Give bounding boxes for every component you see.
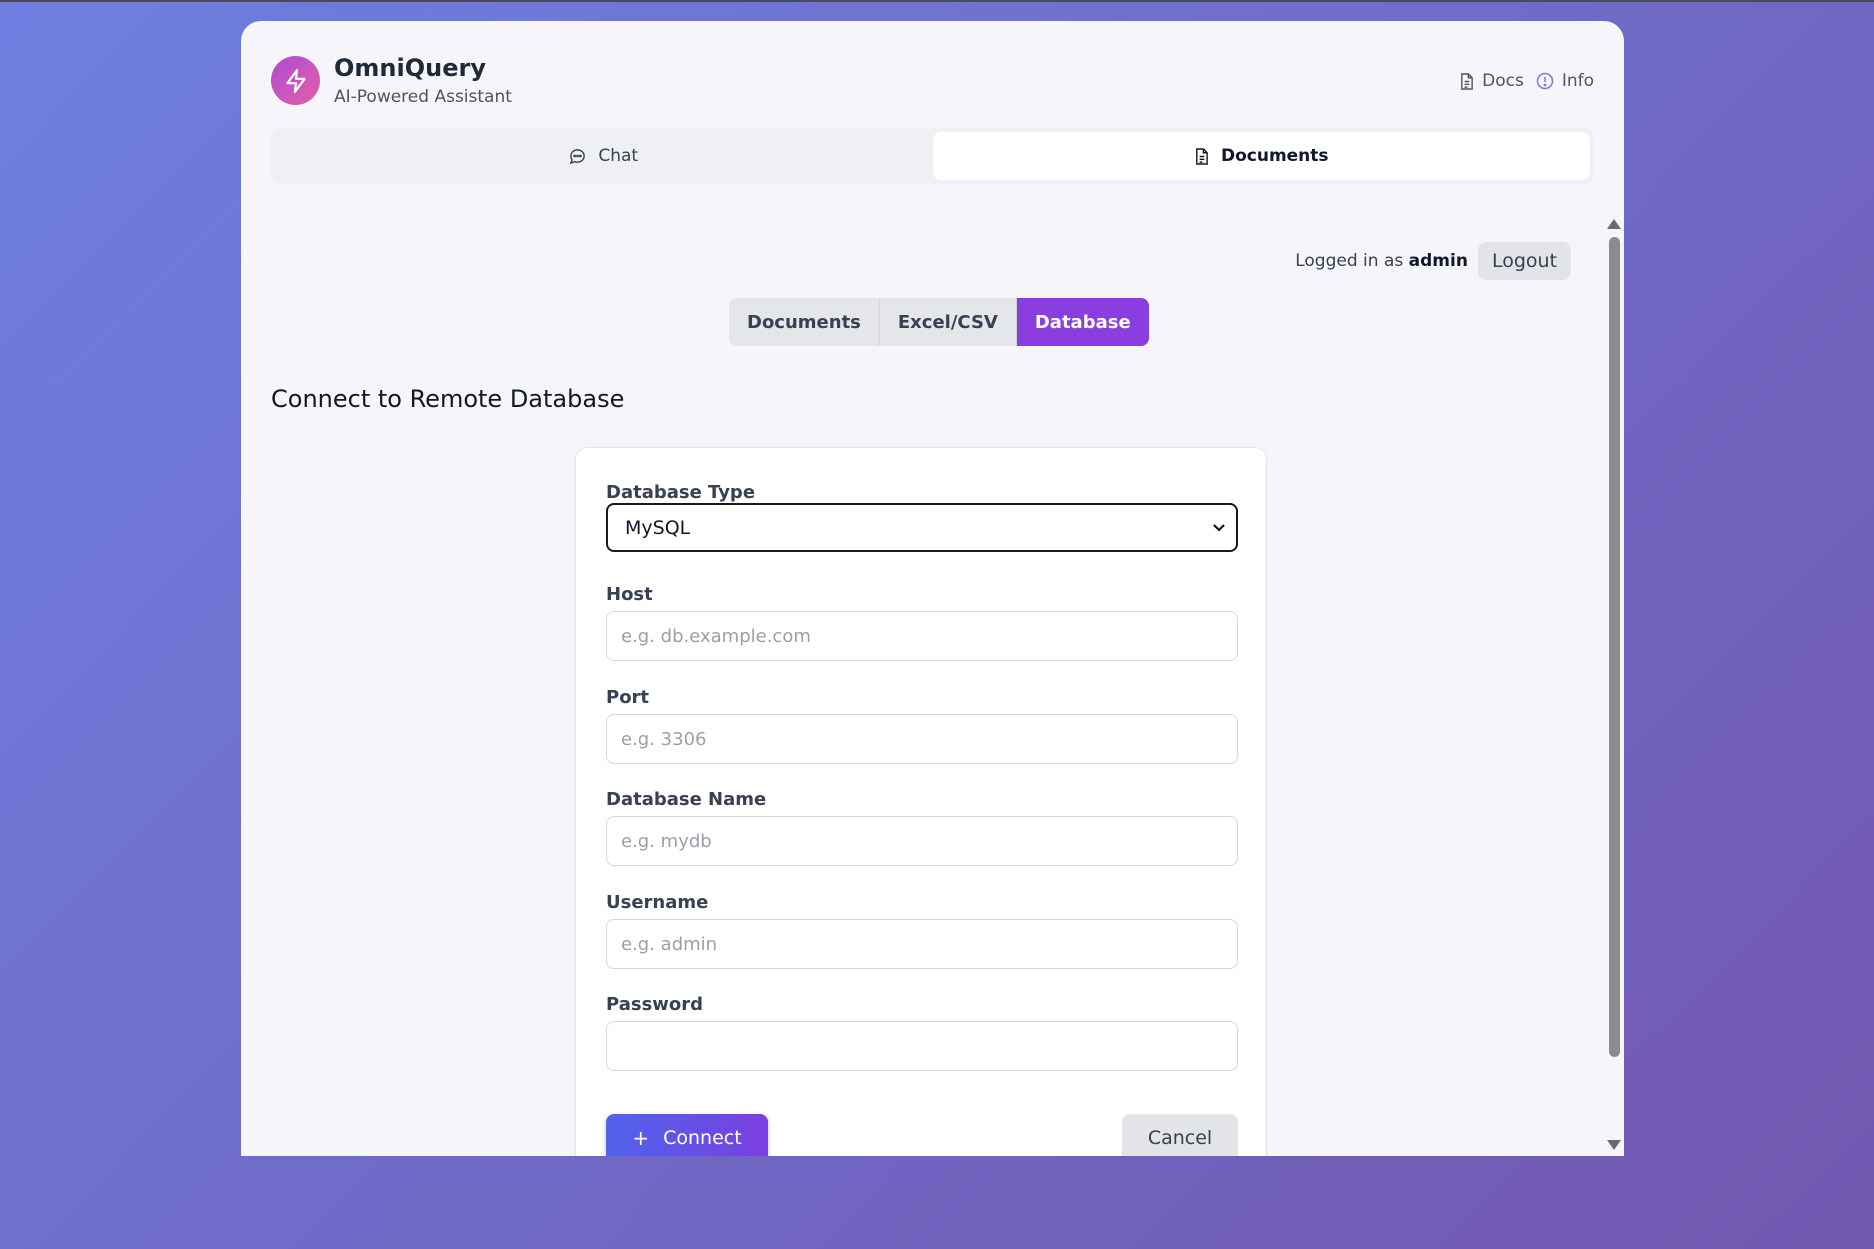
app-name: OmniQuery — [334, 54, 486, 82]
app-logo — [271, 56, 320, 105]
app-subtitle: AI-Powered Assistant — [334, 87, 512, 107]
page-title: Connect to Remote Database — [271, 385, 625, 413]
plus-icon: + — [632, 1126, 650, 1150]
app-panel: OmniQuery AI-Powered Assistant Docs Info… — [241, 21, 1624, 1156]
connect-button-label: Connect — [663, 1127, 742, 1149]
logged-in-text: Logged in as admin — [1295, 251, 1468, 271]
document-icon — [1461, 72, 1473, 90]
tab-documents[interactable]: Documents — [932, 132, 1590, 180]
tab-documents-label: Documents — [1220, 146, 1329, 166]
tab-chat[interactable]: Chat — [275, 132, 933, 180]
scroll-down-arrow-icon[interactable] — [1607, 1140, 1621, 1150]
subtab-database[interactable]: Database — [1016, 298, 1149, 346]
chevron-down-icon — [1213, 523, 1225, 532]
password-input[interactable] — [606, 1021, 1238, 1071]
port-label: Port — [606, 687, 650, 708]
scrollbar[interactable] — [1606, 216, 1621, 1156]
host-label: Host — [606, 584, 653, 605]
database-connection-form: Database Type MySQL Host Port Database N… — [575, 447, 1267, 1156]
cancel-button[interactable]: Cancel — [1122, 1114, 1238, 1156]
window-top-border — [0, 0, 1874, 2]
session-info: Logged in as admin Logout — [1295, 242, 1571, 280]
username-label: Username — [606, 892, 709, 913]
tab-chat-label: Chat — [598, 146, 639, 166]
scroll-up-arrow-icon[interactable] — [1607, 219, 1621, 229]
info-link-label: Info — [1561, 71, 1594, 91]
username-input[interactable] — [606, 919, 1238, 969]
db-type-value: MySQL — [625, 516, 691, 539]
docs-link[interactable]: Docs — [1459, 71, 1524, 91]
db-name-label: Database Name — [606, 789, 767, 810]
host-input[interactable] — [606, 611, 1238, 661]
info-link[interactable]: Info — [1536, 71, 1594, 91]
subtab-documents[interactable]: Documents — [729, 298, 880, 346]
db-name-input[interactable] — [606, 816, 1238, 866]
port-input[interactable] — [606, 714, 1238, 764]
header-links: Docs Info — [1459, 71, 1594, 91]
subtab-excel-csv[interactable]: Excel/CSV — [880, 298, 1017, 346]
source-tabs: Documents Excel/CSV Database — [729, 298, 1149, 346]
chat-bubble-icon — [570, 148, 586, 164]
logged-in-username: admin — [1408, 251, 1468, 271]
docs-link-label: Docs — [1482, 71, 1524, 91]
logout-button[interactable]: Logout — [1477, 242, 1571, 280]
lightning-bolt-icon — [285, 68, 306, 93]
document-icon — [1196, 147, 1208, 165]
db-type-label: Database Type — [606, 482, 756, 503]
password-label: Password — [606, 994, 704, 1015]
db-type-select[interactable]: MySQL — [606, 503, 1238, 552]
connect-button[interactable]: + Connect — [606, 1114, 768, 1156]
info-icon — [1536, 72, 1554, 90]
main-tabs: Chat Documents — [271, 128, 1594, 184]
logged-in-prefix: Logged in as — [1295, 251, 1404, 271]
scrollbar-thumb[interactable] — [1609, 237, 1620, 1057]
